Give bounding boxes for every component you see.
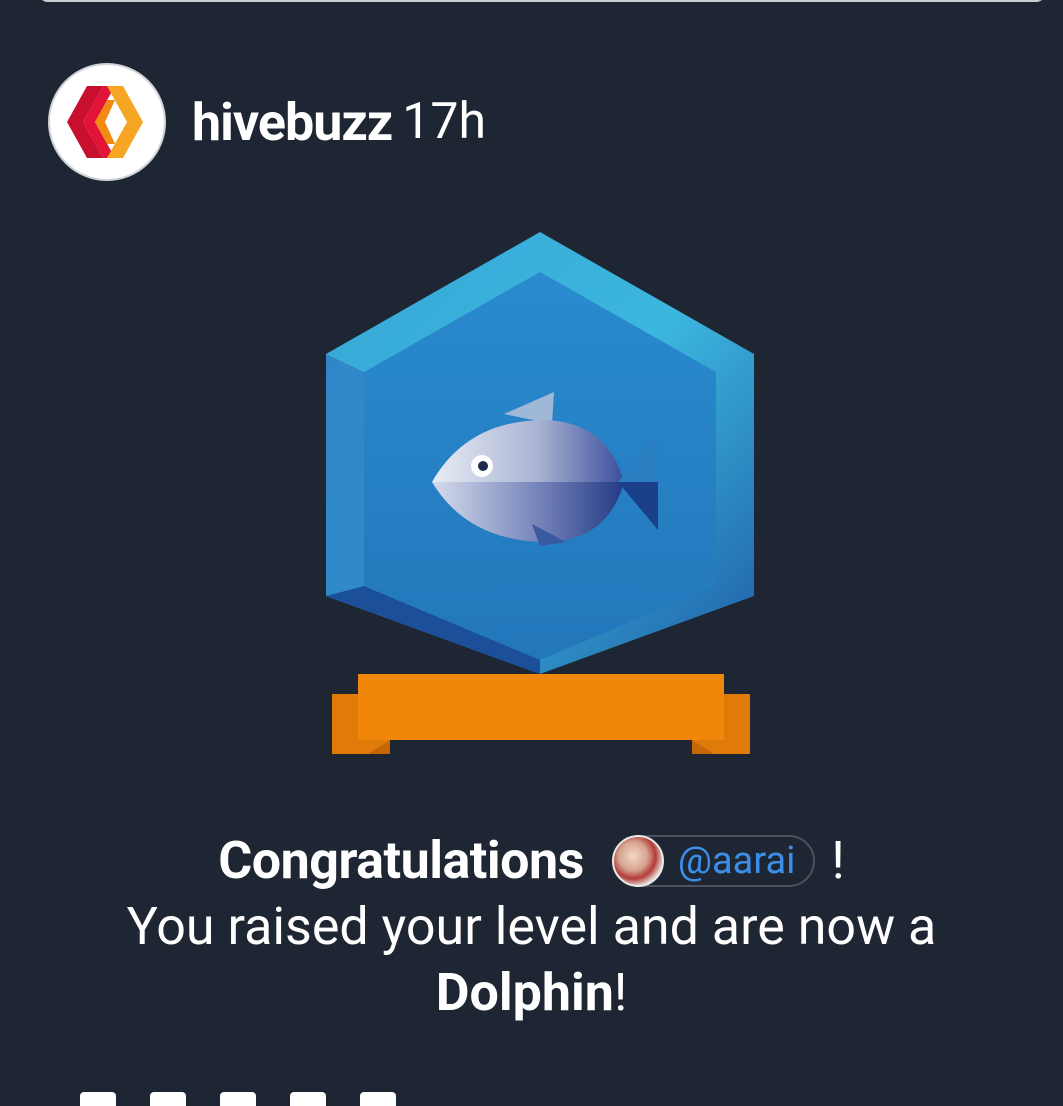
next-line-cutoff [80,1092,580,1106]
cutoff-glyph [80,1092,116,1106]
cutoff-glyph [149,1092,186,1106]
cutoff-glyph [359,1092,396,1106]
congrats-line: Congratulations @aarai ! [0,828,1063,894]
level-line: You raised your level and are now a [126,896,937,957]
post-body: Congratulations @aarai ! You raised your… [0,828,1063,1026]
hive-logo-icon [67,86,143,158]
post-time: 17h [402,93,487,151]
congrats-text: Congratulations [218,830,584,891]
author-avatar[interactable] [48,63,166,181]
author-name[interactable]: hivebuzz [192,92,393,153]
user-mention-chip[interactable]: @aarai [611,835,816,887]
level-suffix: ! [613,962,628,1023]
fish-badge-icon [318,224,758,764]
exclaim-text: ! [831,830,845,891]
level-name: Dolphin [435,962,614,1023]
level-result: Dolphin! [0,960,1063,1026]
cutoff-glyph [289,1092,326,1106]
post-header: hivebuzz 17h [48,62,486,182]
previous-card-edge [38,0,1046,2]
mention-link[interactable]: @aarai [678,828,796,894]
mention-avatar [611,835,664,887]
cutoff-glyph [219,1092,256,1106]
post-card: hivebuzz 17h Congratulations @aarai ! Yo… [0,0,1063,1106]
